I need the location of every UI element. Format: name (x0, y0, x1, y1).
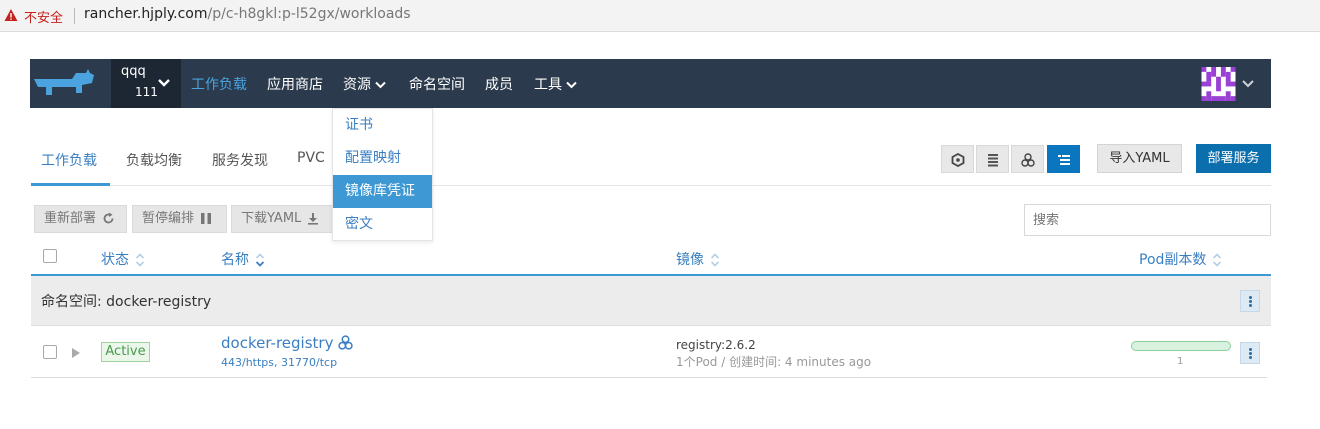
search-input[interactable] (1024, 204, 1271, 236)
redeploy-button[interactable]: 重新部署 (34, 205, 127, 233)
sort-icon (1213, 253, 1222, 267)
menu-item-config-maps[interactable]: 配置映射 (333, 142, 432, 175)
column-image-label: 镜像 (676, 252, 704, 268)
column-status[interactable]: 状态 (101, 249, 145, 269)
chevron-down-icon (375, 81, 386, 89)
row-divider (31, 377, 1267, 378)
column-name-label: 名称 (221, 252, 249, 268)
workload-ports-link[interactable]: 443/https, 31770/tcp (221, 356, 337, 369)
view-cluster-button[interactable] (1011, 145, 1044, 173)
download-icon (308, 213, 319, 225)
download-label: 下载YAML (241, 211, 302, 226)
url-host: rancher.hjply.com (84, 6, 208, 22)
tab-load-balancing[interactable]: 负载均衡 (126, 150, 182, 170)
node-icon (951, 153, 965, 167)
workload-meta: 1个Pod / 创建时间: 4 minutes ago (676, 355, 872, 369)
tab-service-discovery[interactable]: 服务发现 (212, 150, 268, 170)
workload-name-link[interactable]: docker-registry (221, 334, 333, 352)
status-badge: Active (101, 342, 150, 362)
project-sub: 111 (135, 85, 158, 99)
column-image[interactable]: 镜像 (676, 249, 720, 269)
security-label[interactable]: 不安全 (24, 7, 63, 26)
redeploy-label: 重新部署 (44, 211, 97, 226)
select-all-checkbox[interactable] (43, 249, 57, 263)
active-tab-indicator (31, 183, 110, 186)
project-switcher[interactable]: qqq 111 (111, 59, 181, 108)
nav-namespaces[interactable]: 命名空间 (409, 74, 465, 94)
image-name: registry:2.6.2 (676, 338, 756, 352)
nav-tools-label: 工具 (534, 77, 562, 93)
row-more-button[interactable] (1240, 342, 1260, 364)
column-pods-label: Pod副本数 (1139, 252, 1207, 268)
chevron-down-icon[interactable] (1241, 78, 1255, 89)
menu-item-secrets[interactable]: 密文 (333, 208, 432, 241)
sort-down-icon (255, 253, 265, 267)
pod-count: 1 (1177, 356, 1184, 367)
refresh-icon (103, 212, 114, 224)
pause-icon (201, 213, 212, 224)
tree-list-icon (1058, 155, 1070, 165)
nav-resources[interactable]: 资源 (343, 74, 386, 94)
list-icon (988, 154, 998, 167)
view-list-button[interactable] (976, 145, 1009, 173)
address-divider (74, 8, 75, 24)
pause-label: 暂停编排 (142, 211, 195, 226)
menu-item-registry-credentials[interactable]: 镜像库凭证 (333, 175, 432, 208)
url-path: /p/c-h8gkl:p-l52gx/workloads (207, 6, 411, 22)
expand-row-icon[interactable] (72, 348, 80, 358)
nav-members[interactable]: 成员 (485, 74, 513, 94)
warning-icon (4, 9, 18, 21)
url-field[interactable]: rancher.hjply.com/p/c-h8gkl:p-l52gx/work… (84, 6, 411, 22)
namespace-group-label: 命名空间: docker-registry (41, 294, 212, 310)
nav-workloads[interactable]: 工作负载 (191, 74, 247, 94)
deploy-button[interactable]: 部署服务 (1196, 144, 1271, 173)
chevron-down-icon (158, 79, 170, 87)
tabs-divider (31, 185, 1271, 186)
group-more-button[interactable] (1240, 290, 1260, 312)
view-tree-list-button[interactable] (1047, 145, 1080, 173)
nav-tools[interactable]: 工具 (534, 74, 577, 94)
rancher-logo-icon[interactable] (32, 69, 96, 103)
view-node-button[interactable] (941, 145, 974, 173)
nav-catalog[interactable]: 应用商店 (267, 74, 323, 94)
row-checkbox[interactable] (43, 345, 57, 359)
pause-orchestration-button[interactable]: 暂停编排 (132, 205, 227, 233)
tab-pvc[interactable]: PVC (297, 150, 325, 166)
project-name: qqq (121, 64, 146, 79)
column-pods[interactable]: Pod副本数 (1139, 249, 1222, 269)
browser-address-bar: 不安全 rancher.hjply.com/p/c-h8gkl:p-l52gx/… (0, 0, 1320, 32)
sort-icon (710, 253, 720, 267)
import-yaml-button[interactable]: 导入YAML (1097, 144, 1182, 173)
user-avatar[interactable] (1201, 67, 1236, 101)
resources-dropdown-menu: 证书 配置映射 镜像库凭证 密文 (332, 108, 433, 241)
column-status-label: 状态 (101, 252, 129, 268)
tab-workloads[interactable]: 工作负载 (41, 150, 97, 170)
namespace-group-row: 命名空间: docker-registry (31, 276, 1271, 326)
menu-item-certificates[interactable]: 证书 (333, 109, 432, 142)
sort-icon (135, 253, 145, 267)
nav-resources-label: 资源 (343, 77, 371, 93)
pod-progress-bar[interactable] (1131, 341, 1231, 351)
download-yaml-button[interactable]: 下载YAML (231, 205, 333, 233)
chevron-down-icon (566, 81, 577, 89)
cluster-icon (338, 335, 353, 350)
column-name[interactable]: 名称 (221, 249, 265, 269)
cluster-icon (1021, 153, 1035, 167)
